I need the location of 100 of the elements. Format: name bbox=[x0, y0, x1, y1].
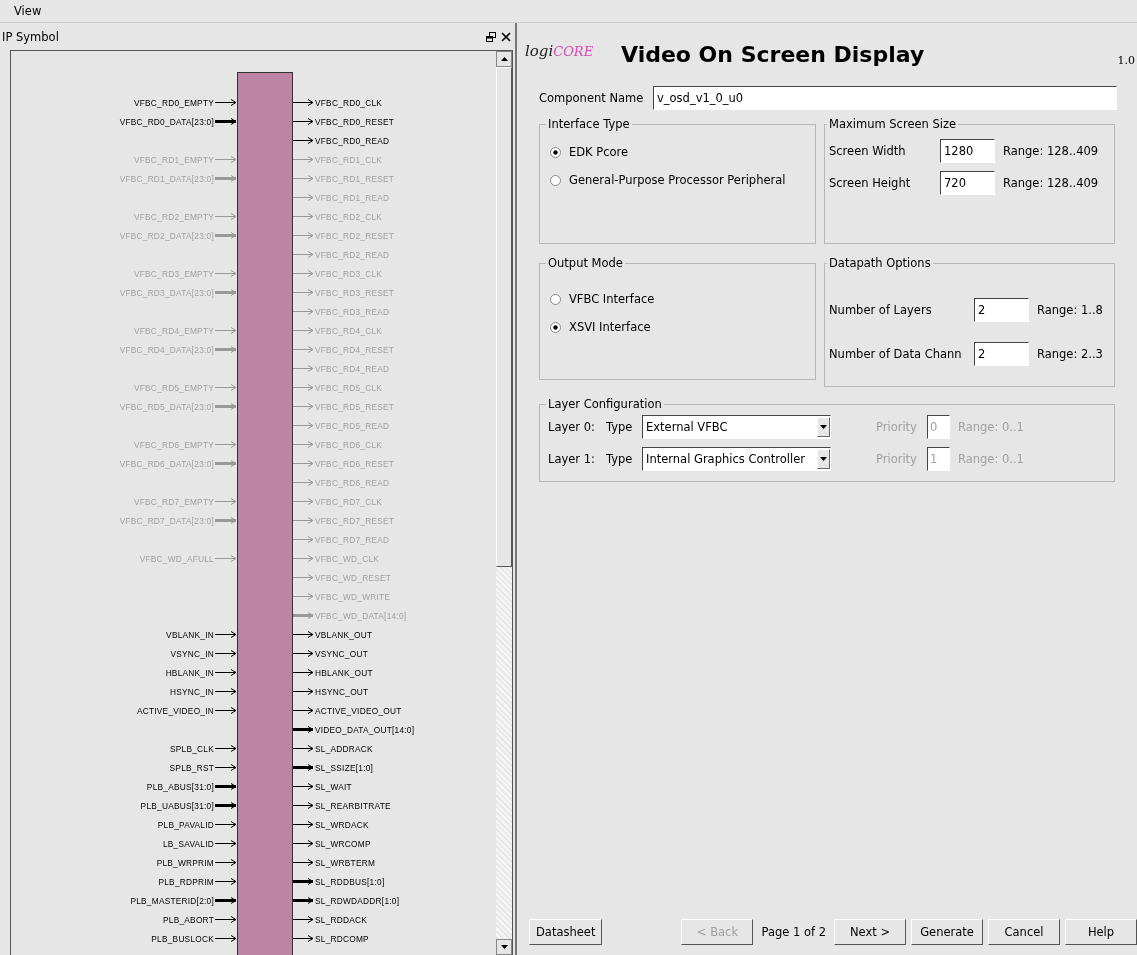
pin-label: VFBC_RD5_RESET bbox=[315, 401, 395, 412]
pin-label: SL_RDWDADDR[1:0] bbox=[315, 895, 400, 906]
group-title: Layer Configuration bbox=[547, 397, 663, 411]
pin-label: PLB_RDPRIM bbox=[158, 876, 214, 887]
pin-label: SL_WRDACK bbox=[315, 819, 369, 830]
number-field[interactable]: 2 bbox=[974, 298, 1029, 322]
number-field[interactable]: 1280 bbox=[940, 139, 995, 163]
pin-label: VFBC_RD7_RESET bbox=[315, 515, 395, 526]
radio-button[interactable] bbox=[550, 146, 561, 158]
pin-label: VFBC_RD4_RESET bbox=[315, 344, 395, 355]
pin-label: PLB_PAVALID bbox=[157, 819, 214, 830]
pin-label: VFBC_RD5_DATA[23:0] bbox=[119, 401, 214, 412]
pin-label: SL_RDCOMP bbox=[315, 933, 369, 944]
pin-label: HBLANK_IN bbox=[165, 667, 214, 678]
pin-label: VSYNC_IN bbox=[170, 648, 214, 659]
close-icon[interactable] bbox=[501, 31, 511, 42]
pin-label: PLB_UABUS[31:0] bbox=[140, 800, 214, 811]
button[interactable]: Generate bbox=[911, 919, 983, 945]
pin-label: VFBC_RD2_CLK bbox=[315, 211, 383, 222]
pin-label: HBLANK_OUT bbox=[315, 667, 373, 678]
pin-label: VFBC_RD3_DATA[23:0] bbox=[119, 287, 214, 298]
pin-label: VIDEO_DATA_OUT[14:0] bbox=[315, 724, 415, 735]
pin-label: VFBC_RD6_DATA[23:0] bbox=[119, 458, 214, 469]
pin-label: VFBC_RD3_EMPTY bbox=[133, 268, 214, 279]
pin-label: VBLANK_IN bbox=[166, 629, 214, 640]
dropdown[interactable]: Internal Graphics Controller bbox=[642, 447, 831, 471]
pin-label: SL_RDDBUS[1:0] bbox=[315, 876, 385, 887]
pin-label: VFBC_WD_WRITE bbox=[315, 591, 391, 602]
scroll-thumb[interactable] bbox=[496, 67, 512, 567]
pin-label: PLB_WRPRIM bbox=[156, 857, 214, 868]
radio-label: General-Purpose Processor Peripheral bbox=[569, 173, 786, 187]
layer-label: Layer 0: bbox=[548, 420, 596, 434]
pin-label: SL_WRBTERM bbox=[315, 857, 376, 868]
pin-label: VBLANK_OUT bbox=[315, 629, 373, 640]
pin-label: VFBC_RD0_EMPTY bbox=[133, 97, 214, 108]
pin-label: VFBC_RD1_EMPTY bbox=[133, 154, 214, 165]
pin-label: VFBC_RD7_READ bbox=[315, 534, 390, 545]
radio-button[interactable] bbox=[550, 321, 561, 333]
group-title: Output Mode bbox=[547, 256, 624, 270]
group-title: Interface Type bbox=[547, 117, 631, 131]
pin-label: VFBC_RD7_DATA[23:0] bbox=[119, 515, 214, 526]
button[interactable]: Help bbox=[1065, 919, 1137, 945]
pin-label: VFBC_RD0_READ bbox=[315, 135, 390, 146]
pin-label: VFBC_WD_CLK bbox=[315, 553, 380, 564]
pin-label: HSYNC_OUT bbox=[315, 686, 369, 697]
component-name-field[interactable]: v_osd_v1_0_u0 bbox=[653, 86, 1117, 110]
pin-label: VFBC_RD0_DATA[23:0] bbox=[119, 116, 214, 127]
field-label: Type bbox=[606, 452, 634, 466]
scroll-up-button[interactable] bbox=[496, 51, 512, 67]
pin-label: VFBC_RD1_READ bbox=[315, 192, 390, 203]
pin-label: VFBC_RD5_CLK bbox=[315, 382, 383, 393]
pin-label: VFBC_RD0_RESET bbox=[315, 116, 395, 127]
range-label: Range: 128..409 bbox=[1003, 176, 1099, 190]
range-label: Range: 128..409 bbox=[1003, 144, 1099, 158]
pin-label: VFBC_RD1_DATA[23:0] bbox=[119, 173, 214, 184]
pin-label: VFBC_RD5_EMPTY bbox=[133, 382, 214, 393]
dropdown[interactable]: External VFBC bbox=[642, 415, 831, 439]
pin-label: SPLB_CLK bbox=[170, 743, 214, 754]
pin-label: VFBC_RD3_READ bbox=[315, 306, 390, 317]
pin-label: VFBC_RD5_READ bbox=[315, 420, 390, 431]
button[interactable]: Next > bbox=[834, 919, 906, 945]
radio-button[interactable] bbox=[550, 293, 561, 305]
pin-label: VFBC_WD_AFULL bbox=[139, 553, 214, 564]
range-label: Range: 0..1 bbox=[958, 452, 1024, 466]
radio-label: XSVI Interface bbox=[569, 320, 651, 334]
menu-item[interactable]: View bbox=[14, 4, 42, 18]
pin-label: VFBC_RD3_CLK bbox=[315, 268, 383, 279]
pin-label: PLB_ABUS[31:0] bbox=[146, 781, 214, 792]
button[interactable]: Cancel bbox=[988, 919, 1060, 945]
pin-label: VFBC_RD4_EMPTY bbox=[133, 325, 214, 336]
radio-label: VFBC Interface bbox=[569, 292, 655, 306]
version-label: 1.0 bbox=[1117, 53, 1135, 67]
pin-label: SPLB_RST bbox=[169, 762, 214, 773]
pin-label: PLB_BUSLOCK bbox=[151, 933, 214, 944]
field-label: Screen Width bbox=[829, 144, 907, 158]
pin-label: VFBC_RD4_READ bbox=[315, 363, 390, 374]
button[interactable]: Datasheet bbox=[529, 919, 603, 945]
radio-label: EDK Pcore bbox=[569, 145, 629, 159]
pin-label: VFBC_RD4_CLK bbox=[315, 325, 383, 336]
pin-label: SL_ADDRACK bbox=[315, 743, 373, 754]
field-label: Component Name bbox=[539, 91, 645, 105]
range-label: Range: 1..8 bbox=[1037, 303, 1103, 317]
layer-label: Layer 1: bbox=[548, 452, 596, 466]
field-label: Number of Data Chann bbox=[829, 347, 963, 361]
scrollbar[interactable] bbox=[496, 51, 512, 955]
number-field[interactable]: 720 bbox=[940, 171, 995, 195]
pin-label: LB_SAVALID bbox=[162, 838, 214, 849]
float-icon[interactable] bbox=[486, 31, 496, 42]
radio-button[interactable] bbox=[550, 174, 561, 186]
pin-label: PLB_ABORT bbox=[163, 914, 214, 925]
field-label: Priority bbox=[876, 452, 918, 466]
pin-label: HSYNC_IN bbox=[170, 686, 214, 697]
pin-label: VFBC_RD4_DATA[23:0] bbox=[119, 344, 214, 355]
pin-label: VFBC_RD2_EMPTY bbox=[133, 211, 214, 222]
pin-label: VFBC_RD6_READ bbox=[315, 477, 390, 488]
pin-label: PLB_MASTERID[2:0] bbox=[130, 895, 214, 906]
number-field[interactable]: 2 bbox=[974, 342, 1029, 366]
scroll-down-button[interactable] bbox=[496, 939, 512, 955]
pin-label: VFBC_RD2_READ bbox=[315, 249, 390, 260]
pin-label: ACTIVE_VIDEO_IN bbox=[136, 705, 214, 716]
